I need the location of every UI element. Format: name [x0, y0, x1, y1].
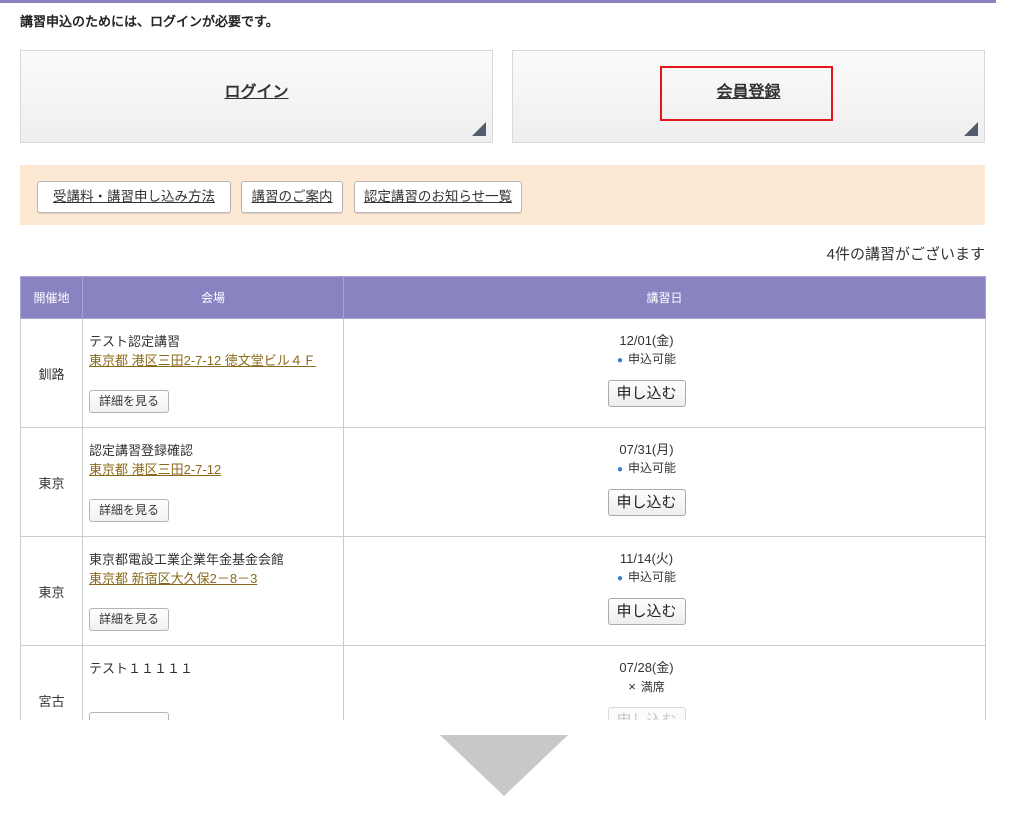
apply-button: 申し込む	[607, 707, 686, 720]
login-button-label: ログイン	[224, 84, 289, 101]
apply-button[interactable]: 申し込む	[607, 489, 686, 516]
schedule-cell: 07/31(月) ● 申込可能 申し込む	[343, 427, 986, 537]
course-date: 11/14(火)	[619, 551, 674, 566]
course-guide-link[interactable]: 講習のご案内	[241, 181, 343, 213]
venue-address-link[interactable]: 東京都 港区三田2-7-12 徳文堂ビル４Ｆ	[89, 351, 337, 370]
detail-button[interactable]	[89, 712, 169, 720]
table-header: 開催地 会場 講習日	[20, 276, 986, 319]
application-status-label: 満席	[640, 680, 665, 694]
corner-triangle-icon	[472, 122, 486, 136]
course-notices-link[interactable]: 認定講習のお知らせ一覧	[354, 181, 522, 213]
application-status-label: 申込可能	[628, 570, 677, 584]
venue-cell: 東京都電設工業企業年金基金会館 東京都 新宿区大久保2－8－3 詳細を見る	[82, 536, 344, 646]
course-date: 12/01(金)	[619, 333, 674, 348]
detail-button[interactable]: 詳細を見る	[89, 499, 169, 522]
full-cross-icon: ×	[628, 679, 636, 694]
venue-name: テスト認定講習	[89, 334, 181, 349]
apply-button[interactable]: 申し込む	[607, 380, 686, 407]
register-button[interactable]: 会員登録	[512, 50, 985, 143]
course-date: 07/31(月)	[619, 442, 674, 457]
application-status: ● 申込可能	[344, 459, 949, 479]
apply-button[interactable]: 申し込む	[607, 598, 686, 625]
header-venue: 会場	[82, 276, 344, 319]
table-row: 東京 認定講習登録確認 東京都 港区三田2-7-12 詳細を見る 07/31(月…	[20, 427, 986, 537]
region-name: 宮古	[38, 693, 65, 709]
available-dot-icon: ●	[616, 355, 624, 366]
course-date: 07/28(金)	[619, 660, 674, 675]
panel-top-border	[0, 0, 996, 3]
venue-name: 認定講習登録確認	[89, 443, 194, 458]
fee-and-application-link[interactable]: 受講料・講習申し込み方法	[37, 181, 231, 213]
region-cell: 釧路	[20, 318, 83, 428]
detail-button[interactable]: 詳細を見る	[89, 608, 169, 631]
application-status-label: 申込可能	[628, 352, 677, 366]
detail-button[interactable]: 詳細を見る	[89, 390, 169, 413]
course-count: 4件の講習がございます	[826, 246, 985, 263]
available-dot-icon: ●	[616, 573, 624, 584]
schedule-cell: 12/01(金) ● 申込可能 申し込む	[343, 318, 986, 428]
header-region: 開催地	[20, 276, 83, 319]
header-date: 講習日	[343, 276, 986, 319]
region-cell: 宮古	[20, 645, 83, 720]
region-cell: 東京	[20, 536, 83, 646]
venue-address-link[interactable]: 東京都 港区三田2-7-12	[89, 460, 337, 479]
application-status: ● 申込可能	[344, 568, 949, 588]
schedule-cell: 11/14(火) ● 申込可能 申し込む	[343, 536, 986, 646]
info-links-bar: 受講料・講習申し込み方法 講習のご案内 認定講習のお知らせ一覧	[20, 165, 985, 225]
down-arrow-icon	[440, 735, 568, 796]
schedule-cell: 07/28(金) × 満席 申し込む	[343, 645, 986, 720]
venue-name: 東京都電設工業企業年金基金会館	[89, 552, 285, 567]
login-button[interactable]: ログイン	[20, 50, 493, 143]
region-name: 東京	[38, 475, 65, 491]
table-row: 宮古 テスト１１１１１ 07/28(金) × 満席 申し込む	[20, 645, 986, 720]
application-status-label: 申込可能	[628, 461, 677, 475]
application-status: × 満席	[344, 677, 949, 697]
venue-cell: 認定講習登録確認 東京都 港区三田2-7-12 詳細を見る	[82, 427, 344, 537]
available-dot-icon: ●	[616, 464, 624, 475]
application-status: ● 申込可能	[344, 350, 949, 370]
venue-cell: テスト１１１１１	[82, 645, 344, 720]
venue-address-link[interactable]: 東京都 新宿区大久保2－8－3	[89, 569, 337, 588]
course-table: 開催地 会場 講習日 釧路 テスト認定講習 東京都 港区三田2-7-12 徳文堂…	[20, 276, 986, 720]
register-button-label: 会員登録	[716, 84, 781, 101]
venue-name: テスト１１１１１	[89, 661, 194, 676]
venue-cell: テスト認定講習 東京都 港区三田2-7-12 徳文堂ビル４Ｆ 詳細を見る	[82, 318, 344, 428]
region-cell: 東京	[20, 427, 83, 537]
table-body: 釧路 テスト認定講習 東京都 港区三田2-7-12 徳文堂ビル４Ｆ 詳細を見る …	[20, 318, 986, 720]
table-row: 東京 東京都電設工業企業年金基金会館 東京都 新宿区大久保2－8－3 詳細を見る…	[20, 536, 986, 646]
table-header-row: 開催地 会場 講習日	[20, 276, 986, 319]
region-name: 釧路	[38, 366, 65, 382]
region-name: 東京	[38, 584, 65, 600]
course-application-panel: 講習申込のためには、ログインが必要です。 ログイン 会員登録 受講料・講習申し込…	[0, 0, 996, 720]
login-required-notice: 講習申込のためには、ログインが必要です。	[20, 14, 279, 29]
corner-triangle-icon	[964, 122, 978, 136]
table-row: 釧路 テスト認定講習 東京都 港区三田2-7-12 徳文堂ビル４Ｆ 詳細を見る …	[20, 318, 986, 428]
